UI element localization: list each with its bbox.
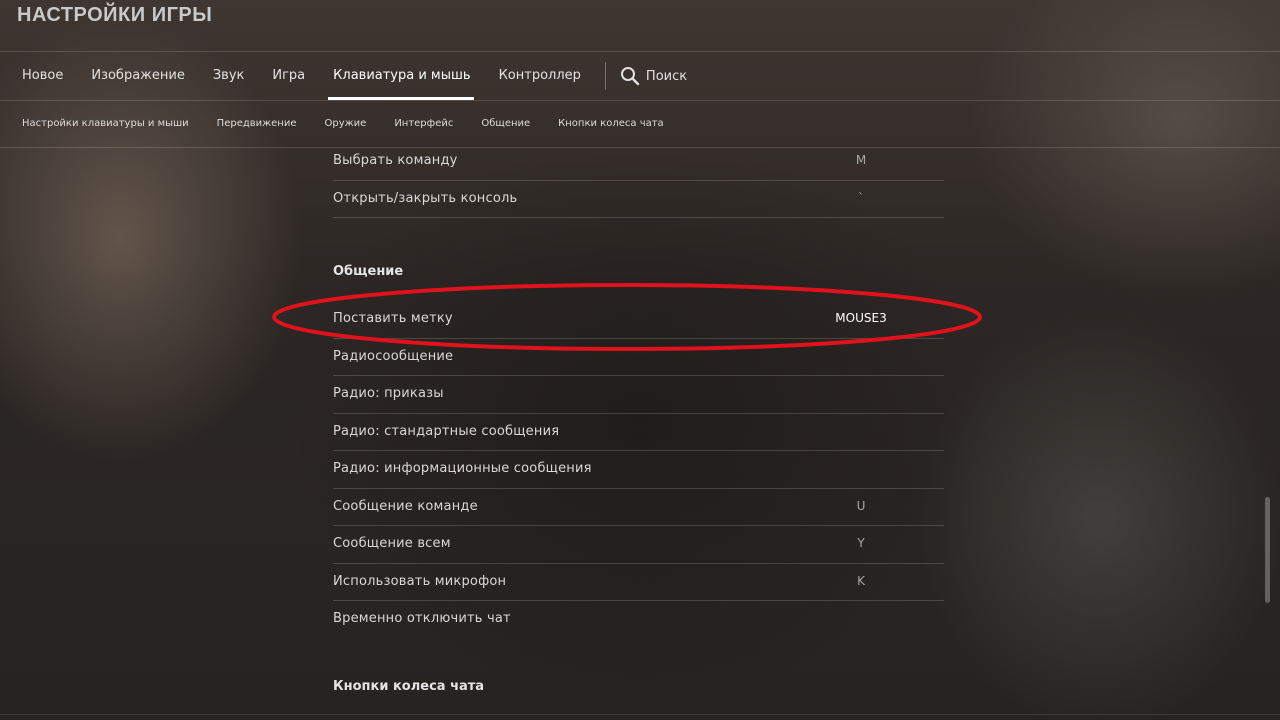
tab-video[interactable]: Изображение bbox=[91, 52, 184, 100]
tab-controller[interactable]: Контроллер bbox=[499, 52, 581, 100]
binding-row-team-message[interactable]: Сообщение команде U bbox=[333, 489, 944, 526]
binding-row-mute-chat[interactable]: Временно отключить чат bbox=[333, 601, 944, 638]
binding-list-general: Выбрать команду M Открыть/закрыть консол… bbox=[333, 143, 944, 218]
subtab-weapons[interactable]: Оружие bbox=[325, 118, 367, 129]
bottom-divider bbox=[0, 714, 1280, 715]
search-label: Поиск bbox=[645, 68, 688, 84]
binding-row-all-message[interactable]: Сообщение всем Y bbox=[333, 526, 944, 564]
binding-row-microphone[interactable]: Использовать микрофон K bbox=[333, 564, 944, 601]
binding-row-radio-standard[interactable]: Радио: стандартные сообщения bbox=[333, 414, 944, 451]
subtab-interface[interactable]: Интерфейс bbox=[394, 118, 453, 129]
binding-key[interactable]: MOUSE3 bbox=[803, 311, 919, 325]
section-heading-communication: Общение bbox=[333, 264, 404, 279]
binding-row-radio[interactable]: Радиосообщение bbox=[333, 339, 944, 376]
section-heading-chat-wheel: Кнопки колеса чата bbox=[333, 679, 485, 694]
binding-label: Радио: информационные сообщения bbox=[333, 461, 592, 476]
page-title: НАСТРОЙКИ ИГРЫ bbox=[17, 4, 213, 26]
binding-label: Поставить метку bbox=[333, 311, 453, 326]
subtab-communication[interactable]: Общение bbox=[481, 118, 530, 129]
binding-label: Открыть/закрыть консоль bbox=[333, 190, 518, 206]
binding-key[interactable]: ` bbox=[803, 191, 919, 205]
binding-label: Временно отключить чат bbox=[333, 611, 511, 626]
subtab-chat-wheel[interactable]: Кнопки колеса чата bbox=[558, 118, 664, 129]
binding-label: Сообщение всем bbox=[333, 536, 451, 551]
tabs-separator bbox=[604, 62, 606, 90]
tab-keyboard-mouse[interactable]: Клавиатура и мышь bbox=[328, 52, 475, 100]
binding-label: Радиосообщение bbox=[333, 348, 454, 364]
subtab-movement[interactable]: Передвижение bbox=[217, 118, 297, 129]
binding-list-communication: Поставить метку MOUSE3 Радиосообщение Ра… bbox=[333, 301, 944, 638]
scrollbar-thumb[interactable] bbox=[1265, 497, 1270, 603]
binding-row-ping[interactable]: Поставить метку MOUSE3 bbox=[333, 301, 944, 339]
binding-row-console[interactable]: Открыть/закрыть консоль ` bbox=[333, 181, 944, 218]
binding-label: Радио: приказы bbox=[333, 386, 444, 401]
search-icon bbox=[620, 67, 640, 86]
tab-audio[interactable]: Звук bbox=[213, 52, 245, 100]
tab-new[interactable]: Новое bbox=[22, 52, 63, 100]
main-tabs: Новое Изображение Звук Игра Клавиатура и… bbox=[0, 52, 687, 100]
tab-game[interactable]: Игра bbox=[272, 52, 305, 100]
binding-label: Выбрать команду bbox=[333, 153, 458, 168]
binding-key[interactable]: U bbox=[803, 499, 919, 513]
binding-label: Радио: стандартные сообщения bbox=[333, 423, 560, 439]
binding-row-choose-team[interactable]: Выбрать команду M bbox=[333, 143, 944, 181]
binding-label: Использовать микрофон bbox=[333, 573, 507, 589]
binding-row-radio-info[interactable]: Радио: информационные сообщения bbox=[333, 451, 944, 489]
sub-tabs: Настройки клавиатуры и мыши Передвижение… bbox=[0, 100, 670, 147]
binding-key[interactable]: K bbox=[803, 574, 919, 588]
binding-label: Сообщение команде bbox=[333, 498, 478, 514]
subtab-keyboard-mouse-settings[interactable]: Настройки клавиатуры и мыши bbox=[22, 118, 189, 129]
binding-key[interactable]: M bbox=[803, 153, 919, 167]
search-button[interactable]: Поиск bbox=[620, 66, 687, 86]
binding-row-radio-orders[interactable]: Радио: приказы bbox=[333, 376, 944, 414]
binding-key[interactable]: Y bbox=[803, 536, 919, 550]
